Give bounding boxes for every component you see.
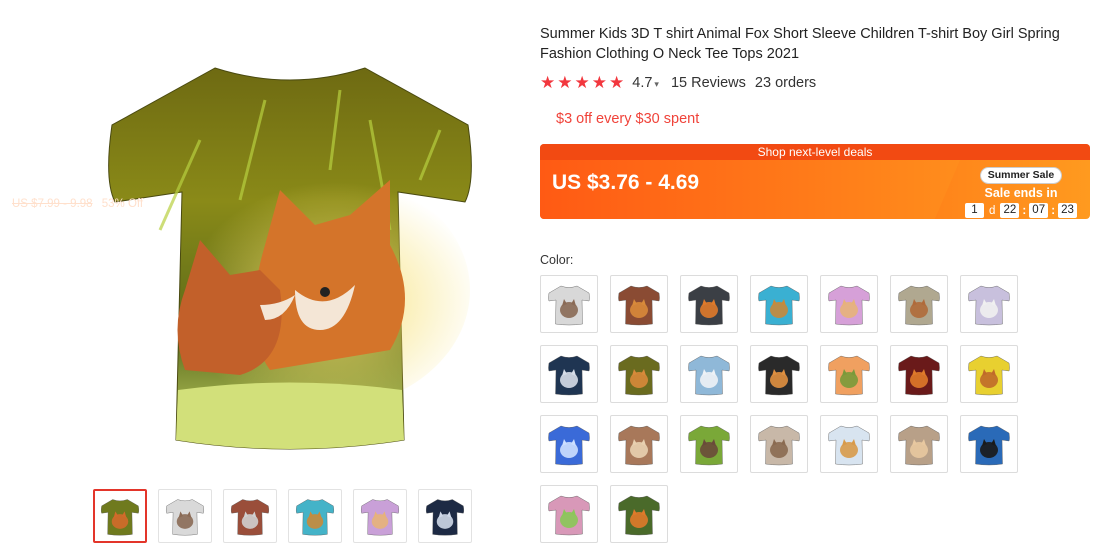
fox-tshirt-icon (828, 355, 870, 396)
color-swatch-13[interactable] (890, 345, 948, 403)
color-swatch-8[interactable] (540, 345, 598, 403)
thumbnail-5[interactable] (353, 489, 407, 543)
original-price: US $7.99 - 9.98 (12, 198, 93, 210)
star-icon: ★ (591, 73, 607, 92)
sale-price: US $3.76 - 4.69 (552, 171, 700, 194)
color-swatch-5[interactable] (820, 275, 878, 333)
deal-strip-label[interactable]: Shop next-level deals (540, 144, 1090, 160)
star-rating: ★ ★ ★ ★ ★ (540, 74, 624, 92)
fox-tshirt-icon (898, 285, 940, 326)
thumbnail-4[interactable] (288, 489, 342, 543)
countdown-minutes: 07 (1029, 203, 1049, 218)
color-swatch-18[interactable] (750, 415, 808, 473)
orders-count: 23 orders (754, 75, 817, 91)
color-swatch-19[interactable] (820, 415, 878, 473)
color-swatch-11[interactable] (750, 345, 808, 403)
color-swatch-20[interactable] (890, 415, 948, 473)
color-swatch-grid (540, 275, 1100, 543)
wolf-tshirt-icon (231, 499, 269, 536)
thumbnail-1[interactable] (93, 489, 147, 543)
thumbnail-strip (93, 489, 472, 543)
countdown-seconds: 23 (1058, 203, 1078, 218)
coupon-offer[interactable]: $3 off every $30 spent (556, 111, 699, 127)
cat-tshirt-icon (166, 499, 204, 536)
discount-label: 53% Off (101, 198, 144, 210)
fox-tshirt-icon (101, 499, 139, 536)
rating-value[interactable]: 4.7 (632, 75, 652, 91)
sale-countdown-box: Summer Sale Sale ends in 1 d 22 : 07 : 2… (958, 165, 1084, 218)
fox-tshirt-icon (898, 355, 940, 396)
countdown-days: 1 (964, 203, 984, 218)
fox-tshirt-icon (548, 495, 590, 536)
color-swatch-9[interactable] (610, 345, 668, 403)
color-swatch-21[interactable] (960, 415, 1018, 473)
fox-tshirt-icon (758, 355, 800, 396)
sale-ends-label: Sale ends in (984, 186, 1058, 200)
cat-tshirt-icon (548, 285, 590, 326)
thumbnail-2[interactable] (158, 489, 212, 543)
color-label: Color: (540, 253, 574, 267)
thumbnail-3[interactable] (223, 489, 277, 543)
main-product-image[interactable] (90, 30, 490, 460)
wolf-tshirt-icon (548, 355, 590, 396)
fox-tshirt-icon (618, 355, 660, 396)
dog-tshirt-icon (618, 425, 660, 466)
fox-tshirt-icon (968, 285, 1010, 326)
countdown-separator: : (1022, 204, 1027, 217)
fox-tshirt-image (108, 67, 472, 450)
chevron-down-icon[interactable]: ▾ (654, 79, 659, 90)
thumbnail-6[interactable] (418, 489, 472, 543)
cat-tshirt-icon (758, 425, 800, 466)
color-swatch-15[interactable] (540, 415, 598, 473)
color-swatch-23[interactable] (610, 485, 668, 543)
color-swatch-3[interactable] (680, 275, 738, 333)
color-swatch-1[interactable] (540, 275, 598, 333)
dog-tshirt-icon (898, 425, 940, 466)
fox-tshirt-icon (618, 495, 660, 536)
color-swatch-16[interactable] (610, 415, 668, 473)
color-swatch-17[interactable] (680, 415, 738, 473)
star-icon: ★ (557, 73, 573, 92)
fox-tshirt-icon (361, 499, 399, 536)
cat-tshirt-icon (828, 425, 870, 466)
fox-tshirt-icon (688, 285, 730, 326)
fox-tshirt-icon (618, 285, 660, 326)
summer-sale-badge: Summer Sale (979, 167, 1063, 184)
wolf-tshirt-icon (688, 355, 730, 396)
star-icon: ★ (574, 73, 590, 92)
color-swatch-22[interactable] (540, 485, 598, 543)
countdown-timer: 1 d 22 : 07 : 23 (958, 203, 1084, 218)
wolf-tshirt-icon (426, 499, 464, 536)
fox-tshirt-icon (296, 499, 334, 536)
fox-tshirt-icon (968, 355, 1010, 396)
color-swatch-7[interactable] (960, 275, 1018, 333)
cat-tshirt-icon (688, 425, 730, 466)
color-swatch-14[interactable] (960, 345, 1018, 403)
fox-tshirt-icon (758, 285, 800, 326)
product-title: Summer Kids 3D T shirt Animal Fox Short … (540, 26, 1060, 62)
color-swatch-4[interactable] (750, 275, 808, 333)
countdown-hours: 22 (1000, 203, 1020, 218)
star-icon: ★ (609, 73, 625, 92)
star-icon: ★ (540, 73, 556, 92)
wolf-tshirt-icon (968, 425, 1010, 466)
rating-row: ★ ★ ★ ★ ★ 4.7 ▾ 15 Reviews 23 orders (540, 73, 816, 93)
countdown-separator: : (1051, 204, 1056, 217)
wolf-tshirt-icon (548, 425, 590, 466)
reviews-link[interactable]: 15 Reviews (671, 75, 746, 91)
deal-banner[interactable]: Shop next-level deals US $3.76 - 4.69 Su… (540, 144, 1090, 219)
fox-tshirt-icon (828, 285, 870, 326)
color-swatch-12[interactable] (820, 345, 878, 403)
original-price-row: US $7.99 - 9.98 53% Off (12, 198, 143, 210)
color-swatch-6[interactable] (890, 275, 948, 333)
color-swatch-10[interactable] (680, 345, 738, 403)
countdown-days-unit: d (988, 204, 996, 217)
color-swatch-2[interactable] (610, 275, 668, 333)
